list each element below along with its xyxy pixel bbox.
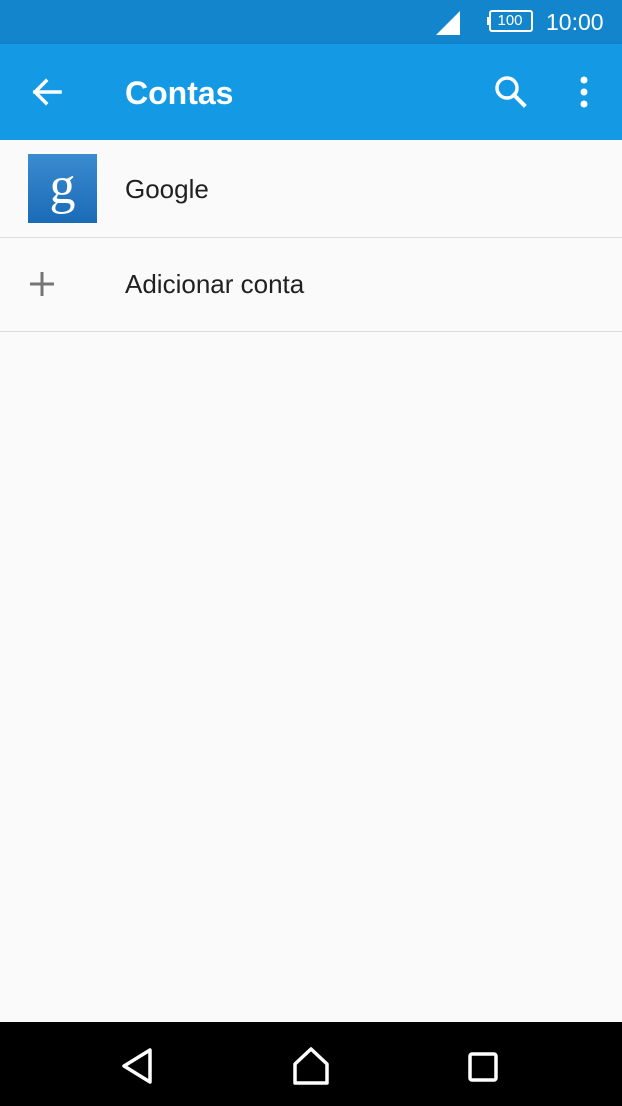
navigation-bar bbox=[0, 1022, 622, 1106]
app-bar: Contas bbox=[0, 44, 622, 140]
battery-level: 100 bbox=[497, 12, 523, 29]
account-item-google[interactable]: g Google bbox=[0, 140, 622, 238]
status-clock: 10:00 bbox=[546, 9, 604, 35]
more-vert-icon[interactable] bbox=[562, 68, 606, 116]
account-item-label: Google bbox=[125, 174, 209, 204]
nav-back-icon[interactable] bbox=[118, 1046, 158, 1086]
signal-icon bbox=[436, 11, 460, 35]
page-title: Contas bbox=[125, 75, 234, 111]
add-account-label: Adicionar conta bbox=[125, 269, 305, 299]
google-g-glyph: g bbox=[50, 158, 76, 215]
nav-home-icon[interactable] bbox=[290, 1046, 332, 1086]
nav-recents-icon[interactable] bbox=[466, 1050, 500, 1084]
plus-icon bbox=[30, 272, 54, 296]
back-arrow-icon[interactable] bbox=[22, 68, 72, 116]
add-account-item[interactable]: Adicionar conta bbox=[0, 238, 622, 332]
accounts-list: g Google Adicionar conta bbox=[0, 140, 622, 332]
status-bar: 100 10:00 bbox=[0, 0, 622, 44]
search-icon[interactable] bbox=[487, 68, 535, 116]
svg-text:g: g bbox=[50, 158, 76, 215]
google-icon: g bbox=[28, 154, 97, 223]
